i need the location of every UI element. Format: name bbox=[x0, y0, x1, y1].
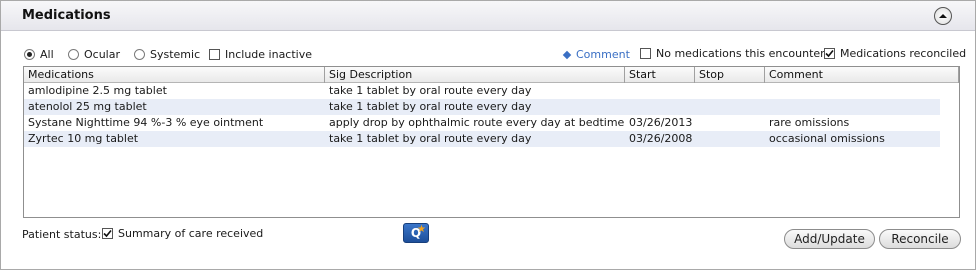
table-row[interactable]: Zyrtec 10 mg tablet take 1 tablet by ora… bbox=[24, 131, 940, 147]
filter-ocular-label: Ocular bbox=[84, 48, 120, 61]
filter-systemic-radio[interactable]: Systemic bbox=[134, 48, 200, 61]
patient-status-label: Patient status: bbox=[22, 228, 102, 241]
cell-sig: take 1 tablet by oral route every day bbox=[329, 100, 532, 113]
chevron-up-icon bbox=[939, 14, 947, 18]
table-header: Medications Sig Description Start Stop C… bbox=[24, 67, 959, 83]
include-inactive-box[interactable] bbox=[209, 49, 220, 60]
summary-of-care-label: Summary of care received bbox=[118, 227, 264, 240]
medications-reconciled-checkbox[interactable]: Medications reconciled bbox=[824, 47, 966, 60]
summary-of-care-box[interactable] bbox=[102, 228, 113, 239]
comment-link[interactable]: Comment bbox=[562, 48, 630, 61]
cell-comment: rare omissions bbox=[769, 116, 850, 129]
filter-all-label: All bbox=[40, 48, 54, 61]
cell-start bbox=[625, 83, 695, 99]
medications-reconciled-box[interactable] bbox=[824, 48, 835, 59]
cell-medication: atenolol 25 mg tablet bbox=[28, 100, 147, 113]
cell-start: 03/26/2008 bbox=[629, 132, 693, 145]
medications-panel: Medications All Ocular Systemic Include … bbox=[0, 0, 976, 270]
radio-systemic[interactable] bbox=[134, 49, 145, 60]
medications-table: Medications Sig Description Start Stop C… bbox=[23, 66, 960, 218]
include-inactive-label: Include inactive bbox=[225, 48, 313, 61]
cell-comment bbox=[765, 99, 959, 115]
cell-stop bbox=[695, 99, 765, 115]
summary-of-care-checkbox[interactable]: Summary of care received bbox=[102, 227, 263, 240]
radio-ocular[interactable] bbox=[68, 49, 79, 60]
panel-title: Medications bbox=[22, 8, 111, 23]
table-row[interactable]: atenolol 25 mg tablet take 1 tablet by o… bbox=[24, 99, 940, 115]
filter-all-radio[interactable]: All bbox=[24, 48, 54, 61]
checkmark-icon bbox=[103, 229, 112, 238]
diamond-icon bbox=[562, 50, 572, 59]
column-header-sig[interactable]: Sig Description bbox=[325, 67, 625, 83]
include-inactive-checkbox[interactable]: Include inactive bbox=[209, 48, 312, 61]
cell-stop bbox=[695, 83, 765, 99]
cell-start: 03/26/2013 bbox=[629, 116, 693, 129]
star-icon: ★ bbox=[417, 224, 426, 235]
column-header-start[interactable]: Start bbox=[625, 67, 695, 83]
cell-stop bbox=[695, 131, 765, 147]
no-medications-box[interactable] bbox=[640, 48, 651, 59]
cell-medication: amlodipine 2.5 mg tablet bbox=[28, 84, 167, 97]
column-header-stop[interactable]: Stop bbox=[695, 67, 765, 83]
column-header-comment[interactable]: Comment bbox=[765, 67, 959, 83]
table-row[interactable]: amlodipine 2.5 mg tablet take 1 tablet b… bbox=[24, 83, 940, 99]
cell-comment bbox=[765, 83, 959, 99]
q-icon[interactable]: Q ★ bbox=[403, 223, 429, 243]
cell-sig: take 1 tablet by oral route every day bbox=[329, 132, 532, 145]
column-header-medications[interactable]: Medications bbox=[24, 67, 325, 83]
cell-start bbox=[625, 99, 695, 115]
collapse-button[interactable] bbox=[934, 7, 952, 25]
checkmark-icon bbox=[825, 49, 834, 58]
radio-all[interactable] bbox=[24, 49, 35, 60]
comment-link-label: Comment bbox=[576, 48, 630, 61]
cell-comment: occasional omissions bbox=[769, 132, 885, 145]
no-medications-checkbox[interactable]: No medications this encounter bbox=[640, 47, 825, 60]
reconcile-button[interactable]: Reconcile bbox=[879, 229, 961, 249]
cell-medication: Zyrtec 10 mg tablet bbox=[28, 132, 139, 145]
filter-ocular-radio[interactable]: Ocular bbox=[68, 48, 120, 61]
cell-medication: Systane Nighttime 94 %-3 % eye ointment bbox=[28, 116, 264, 129]
cell-sig: apply drop by ophthalmic route every day… bbox=[329, 116, 625, 129]
add-update-button[interactable]: Add/Update bbox=[784, 229, 875, 249]
filter-systemic-label: Systemic bbox=[150, 48, 201, 61]
table-row[interactable]: Systane Nighttime 94 %-3 % eye ointment … bbox=[24, 115, 940, 131]
no-medications-label: No medications this encounter bbox=[656, 47, 825, 60]
cell-stop bbox=[695, 115, 765, 131]
cell-sig: take 1 tablet by oral route every day bbox=[329, 84, 532, 97]
panel-header: Medications bbox=[1, 1, 975, 31]
medications-reconciled-label: Medications reconciled bbox=[840, 47, 967, 60]
